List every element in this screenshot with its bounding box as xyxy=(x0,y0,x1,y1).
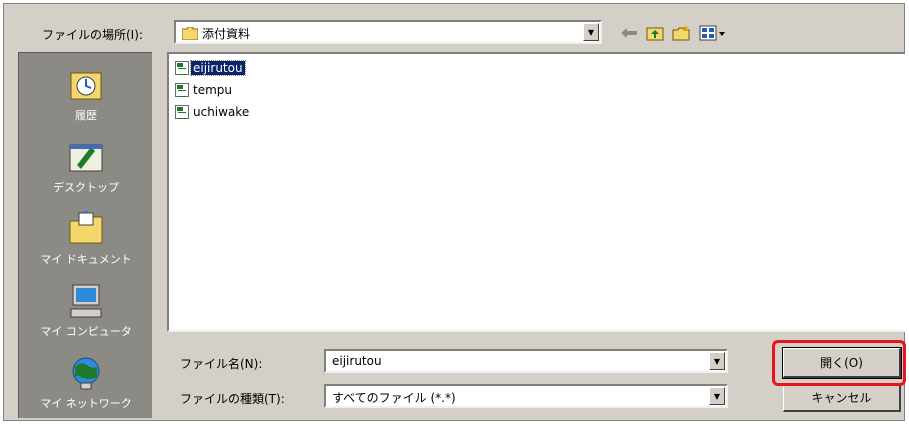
filetype-dropdown[interactable]: すべてのファイル (*.*) ▼ xyxy=(324,384,728,408)
chevron-down-icon: ▼ xyxy=(587,27,595,37)
cancel-button[interactable]: キャンセル xyxy=(783,384,901,412)
filename-value: eijirutou xyxy=(332,354,382,368)
my-network-icon xyxy=(67,355,105,391)
file-item-uchiwake[interactable]: uchiwake xyxy=(175,104,251,120)
spreadsheet-file-icon xyxy=(175,61,189,75)
file-open-dialog: ファイルの場所(I): 添付資料 ▼ 履歴 デスクトップ マイ ドキュメント マ… xyxy=(3,3,905,421)
file-list[interactable]: eijirutou tempu uchiwake xyxy=(167,52,905,332)
file-name: eijirutou xyxy=(190,60,246,76)
chevron-down-icon: ▼ xyxy=(713,391,721,401)
filename-dropdown-button[interactable]: ▼ xyxy=(709,352,725,370)
place-label: 履歴 xyxy=(75,109,97,122)
folder-icon xyxy=(181,25,199,41)
look-in-value: 添付資料 xyxy=(202,27,251,41)
filename-label: ファイル名(N): xyxy=(180,357,263,371)
view-menu-icon[interactable] xyxy=(698,22,728,44)
place-history[interactable]: 履歴 xyxy=(19,67,153,123)
place-desktop[interactable]: デスクトップ xyxy=(19,139,153,195)
back-arrow-icon[interactable] xyxy=(618,22,640,44)
file-name: tempu xyxy=(193,83,232,97)
spreadsheet-file-icon xyxy=(175,83,189,97)
history-icon xyxy=(67,67,105,103)
spreadsheet-file-icon xyxy=(175,105,189,119)
place-label: マイ コンピュータ xyxy=(40,325,132,338)
my-computer-icon xyxy=(67,283,105,319)
place-my-documents[interactable]: マイ ドキュメント xyxy=(19,209,153,267)
places-bar: 履歴 デスクトップ マイ ドキュメント マイ コンピュータ マイ ネットワーク xyxy=(18,52,152,418)
place-my-network[interactable]: マイ ネットワーク xyxy=(19,355,153,411)
filetype-value: すべてのファイル (*.*) xyxy=(332,391,456,405)
open-button-highlight xyxy=(772,340,906,386)
place-my-computer[interactable]: マイ コンピュータ xyxy=(19,283,153,339)
place-label: デスクトップ xyxy=(53,181,119,194)
filetype-dropdown-button[interactable]: ▼ xyxy=(709,387,725,405)
look-in-dropdown-button[interactable]: ▼ xyxy=(583,23,599,41)
file-name: uchiwake xyxy=(193,105,250,119)
my-documents-icon xyxy=(67,209,105,247)
filetype-label: ファイルの種類(T): xyxy=(180,392,285,406)
filename-input[interactable]: eijirutou ▼ xyxy=(324,349,728,373)
look-in-dropdown[interactable]: 添付資料 ▼ xyxy=(174,20,602,44)
file-item-eijirutou[interactable]: eijirutou xyxy=(175,60,246,76)
place-label: マイ ネットワーク xyxy=(40,397,132,410)
file-item-tempu[interactable]: tempu xyxy=(175,82,234,98)
new-folder-icon[interactable] xyxy=(670,22,692,44)
place-label: マイ ドキュメント xyxy=(40,253,132,266)
desktop-icon xyxy=(67,139,105,175)
up-folder-icon[interactable] xyxy=(644,22,666,44)
chevron-down-icon: ▼ xyxy=(713,356,721,366)
look-in-label: ファイルの場所(I): xyxy=(42,28,143,42)
